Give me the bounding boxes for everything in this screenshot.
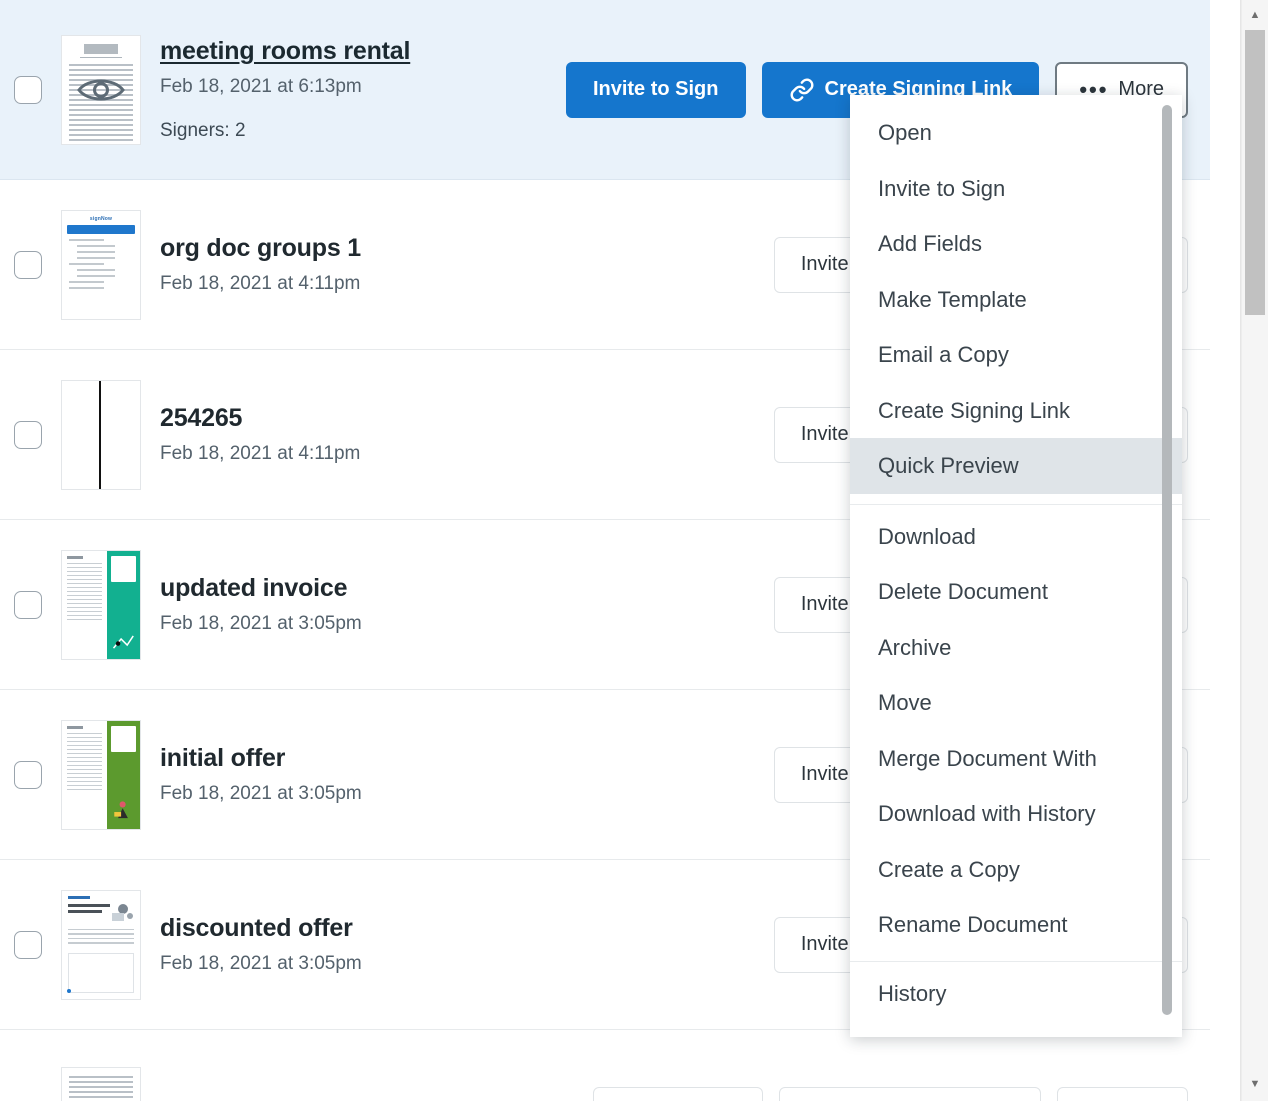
page-scrollbar[interactable]: ▲ ▼ bbox=[1240, 0, 1268, 1101]
thumbnail-left-column bbox=[62, 721, 107, 829]
scroll-up-arrow-icon[interactable]: ▲ bbox=[1241, 4, 1268, 26]
thumbnail-brand: signNow bbox=[62, 216, 140, 222]
document-thumbnail[interactable] bbox=[61, 35, 141, 145]
more-dropdown-menu[interactable]: Open Invite to Sign Add Fields Make Temp… bbox=[850, 95, 1182, 1037]
menu-item-history[interactable]: History bbox=[850, 962, 1182, 1022]
menu-item-quick-preview[interactable]: Quick Preview bbox=[850, 438, 1182, 494]
thumbnail-wrapper[interactable] bbox=[58, 380, 144, 490]
menu-item-create-signing-link[interactable]: Create Signing Link bbox=[850, 383, 1182, 439]
document-list-page: meeting rooms rental Feb 18, 2021 at 6:1… bbox=[0, 0, 1268, 1101]
thumbnail-text-lines bbox=[69, 1076, 133, 1101]
thumbnail-figure bbox=[112, 795, 135, 823]
thumbnail-brand-bar bbox=[68, 896, 90, 899]
document-meta: org doc groups 1 Feb 18, 2021 at 4:11pm bbox=[160, 234, 774, 295]
document-thumbnail[interactable] bbox=[61, 720, 141, 830]
row-checkbox[interactable] bbox=[14, 76, 42, 104]
quick-preview-eye-icon[interactable] bbox=[76, 75, 126, 105]
row-checkbox[interactable] bbox=[14, 931, 42, 959]
scrollbar-track bbox=[1241, 0, 1242, 1101]
menu-item-merge-document-with[interactable]: Merge Document With bbox=[850, 731, 1182, 787]
menu-item-create-a-copy[interactable]: Create a Copy bbox=[850, 842, 1182, 898]
menu-item-move[interactable]: Move bbox=[850, 675, 1182, 731]
thumbnail-wrapper[interactable] bbox=[58, 35, 144, 145]
thumbnail-wrapper[interactable] bbox=[58, 550, 144, 660]
document-date: Feb 18, 2021 at 3:05pm bbox=[160, 613, 766, 635]
thumbnail-header-block bbox=[84, 44, 118, 54]
thumbnail-subheading bbox=[68, 910, 102, 913]
thumbnail-figure bbox=[112, 625, 135, 653]
document-date: Feb 18, 2021 at 6:13pm bbox=[160, 76, 558, 98]
document-thumbnail[interactable] bbox=[61, 890, 141, 1000]
document-date: Feb 18, 2021 at 3:05pm bbox=[160, 783, 766, 805]
menu-scroll-area: Open Invite to Sign Add Fields Make Temp… bbox=[850, 105, 1182, 1037]
document-signers: Signers: 2 bbox=[160, 120, 558, 142]
document-meta: meeting rooms rental Feb 18, 2021 at 6:1… bbox=[160, 37, 566, 142]
thumbnail-card bbox=[111, 556, 136, 582]
document-meta: updated invoice Feb 18, 2021 at 3:05pm bbox=[160, 574, 774, 635]
document-thumbnail[interactable] bbox=[61, 1067, 141, 1101]
thumbnail-table-box bbox=[68, 953, 134, 993]
thumbnail-wrapper[interactable] bbox=[58, 720, 144, 830]
link-icon bbox=[789, 77, 815, 103]
document-meta: 254265 Feb 18, 2021 at 4:11pm bbox=[160, 404, 774, 465]
menu-item-delete-document[interactable]: Delete Document bbox=[850, 564, 1182, 620]
document-title[interactable]: org doc groups 1 bbox=[160, 234, 766, 263]
document-thumbnail[interactable] bbox=[61, 550, 141, 660]
document-meta: initial offer Feb 18, 2021 at 3:05pm bbox=[160, 744, 774, 805]
thumbnail-text-lines bbox=[69, 239, 133, 289]
more-button[interactable]: ••• More bbox=[1057, 1087, 1188, 1101]
invite-to-sign-button[interactable]: Invite to Sign bbox=[566, 62, 746, 118]
thumbnail-accent-panel bbox=[107, 551, 140, 659]
menu-item-download[interactable]: Download bbox=[850, 505, 1182, 565]
thumbnail-marker-dot bbox=[67, 989, 71, 993]
scroll-down-arrow-icon[interactable]: ▼ bbox=[1241, 1073, 1268, 1095]
thumbnail-wrapper[interactable] bbox=[58, 1067, 144, 1101]
menu-item-email-a-copy[interactable]: Email a Copy bbox=[850, 327, 1182, 383]
document-title[interactable]: updated invoice bbox=[160, 574, 766, 603]
menu-scrollbar-thumb[interactable] bbox=[1162, 105, 1172, 1015]
row-actions: Invite to Sign Create Signing Link ••• M… bbox=[593, 1087, 1210, 1101]
menu-item-add-fields[interactable]: Add Fields bbox=[850, 216, 1182, 272]
thumbnail-heading bbox=[68, 904, 110, 907]
menu-item-rename-document[interactable]: Rename Document bbox=[850, 897, 1182, 953]
thumbnail-card bbox=[111, 726, 136, 752]
document-meta: discounted offer Feb 18, 2021 at 3:05pm bbox=[160, 914, 774, 975]
thumbnail-wrapper[interactable] bbox=[58, 890, 144, 1000]
thumbnail-wrapper[interactable]: signNow bbox=[58, 210, 144, 320]
menu-item-make-template[interactable]: Make Template bbox=[850, 272, 1182, 328]
scrollbar-thumb[interactable] bbox=[1245, 30, 1265, 315]
thumbnail-illustration bbox=[109, 901, 135, 923]
row-checkbox[interactable] bbox=[14, 421, 42, 449]
thumbnail-accent-panel bbox=[107, 721, 140, 829]
row-checkbox[interactable] bbox=[14, 591, 42, 619]
invite-to-sign-button[interactable]: Invite to Sign bbox=[593, 1087, 763, 1101]
menu-item-open[interactable]: Open bbox=[850, 105, 1182, 161]
document-thumbnail[interactable] bbox=[61, 380, 141, 490]
row-checkbox[interactable] bbox=[14, 251, 42, 279]
row-checkbox[interactable] bbox=[14, 761, 42, 789]
menu-item-invite-to-sign[interactable]: Invite to Sign bbox=[850, 161, 1182, 217]
document-date: Feb 18, 2021 at 4:11pm bbox=[160, 443, 766, 465]
menu-item-archive[interactable]: Archive bbox=[850, 620, 1182, 676]
document-date: Feb 18, 2021 at 4:11pm bbox=[160, 273, 766, 295]
thumbnail-vertical-line bbox=[99, 381, 101, 489]
document-title[interactable]: discounted offer bbox=[160, 914, 766, 943]
thumbnail-text-lines bbox=[68, 929, 134, 944]
document-thumbnail[interactable]: signNow bbox=[61, 210, 141, 320]
document-title[interactable]: 254265 bbox=[160, 404, 766, 433]
thumbnail-blue-bar bbox=[67, 225, 135, 234]
menu-bottom-padding bbox=[850, 1021, 1182, 1037]
thumbnail-header-rule bbox=[80, 57, 122, 58]
document-date: Feb 18, 2021 at 3:05pm bbox=[160, 953, 766, 975]
document-title[interactable]: initial offer bbox=[160, 744, 766, 773]
document-title[interactable]: meeting rooms rental bbox=[160, 37, 558, 66]
create-signing-link-button[interactable]: Create Signing Link bbox=[779, 1087, 1042, 1101]
table-row[interactable]: Air Slate Student notes Invite to Sign C… bbox=[0, 1030, 1210, 1101]
menu-item-download-with-history[interactable]: Download with History bbox=[850, 786, 1182, 842]
thumbnail-left-column bbox=[62, 551, 107, 659]
